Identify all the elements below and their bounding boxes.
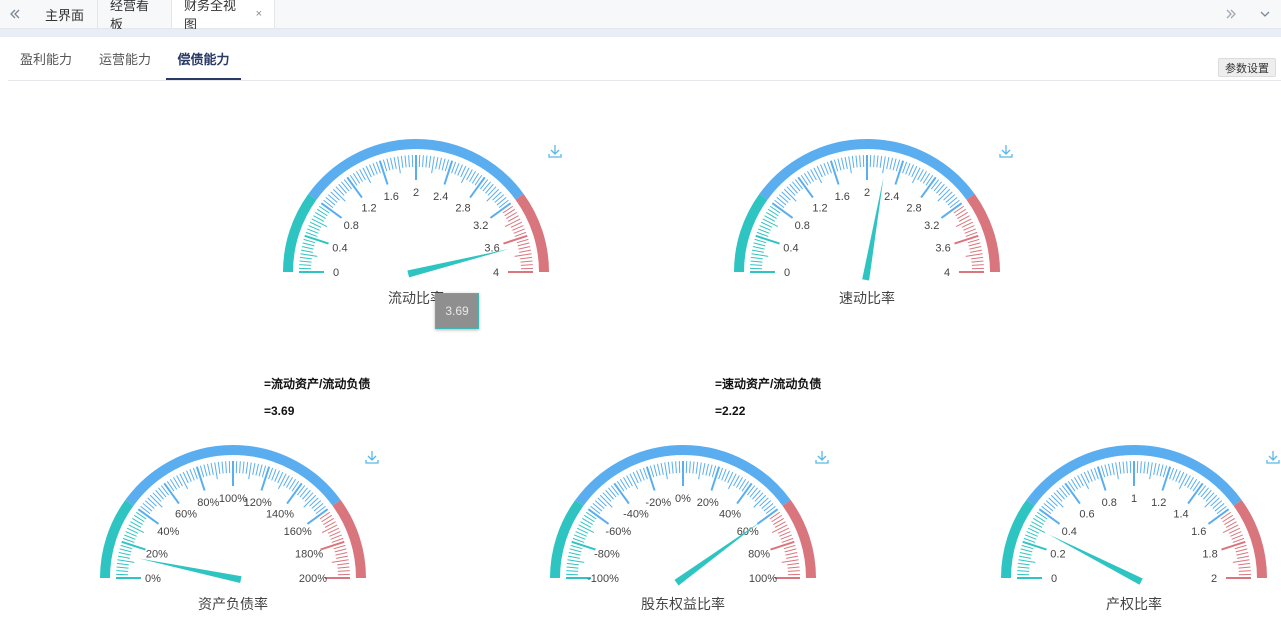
scroll-left-icon[interactable] bbox=[0, 0, 30, 28]
close-icon[interactable]: × bbox=[256, 8, 262, 20]
tab-finance-overview[interactable]: 财务全视图 × bbox=[172, 0, 275, 32]
result-current-ratio: =3.69 bbox=[264, 404, 295, 418]
scroll-right-icon[interactable] bbox=[1216, 0, 1246, 28]
subtab-label: 运营能力 bbox=[99, 52, 152, 67]
formula-quick-ratio: =速动资产/流动负债 bbox=[715, 377, 822, 391]
tab-solvency[interactable]: 偿债能力 bbox=[166, 37, 241, 80]
download-icon[interactable] bbox=[364, 449, 380, 465]
divider-strip bbox=[0, 29, 1281, 37]
download-icon[interactable] bbox=[814, 449, 830, 465]
download-icon[interactable] bbox=[547, 143, 563, 159]
tab-operations[interactable]: 运营能力 bbox=[99, 37, 151, 80]
tab-dashboard[interactable]: 经营看板 bbox=[98, 0, 172, 32]
tab-profitability[interactable]: 盈利能力 bbox=[20, 37, 72, 80]
download-icon[interactable] bbox=[998, 143, 1014, 159]
tab-main[interactable]: 主界面 bbox=[33, 0, 98, 28]
top-tab-bar: 主界面 经营看板 财务全视图 × bbox=[0, 0, 1281, 32]
value-tooltip: 3.69 bbox=[435, 293, 479, 329]
tab-label: 主界面 bbox=[45, 7, 85, 23]
formula-current-ratio: =流动资产/流动负债 bbox=[264, 377, 371, 391]
main-content: 盈利能力 运营能力 偿债能力 参数设置 bbox=[0, 37, 1281, 634]
subtab-bar: 盈利能力 运营能力 偿债能力 参数设置 bbox=[8, 37, 1281, 81]
download-icon[interactable] bbox=[1265, 449, 1281, 465]
chevron-down-icon[interactable] bbox=[1250, 0, 1280, 28]
result-quick-ratio: =2.22 bbox=[715, 404, 746, 418]
param-settings-button[interactable]: 参数设置 bbox=[1218, 58, 1276, 77]
subtab-label: 盈利能力 bbox=[20, 52, 73, 67]
subtab-label: 偿债能力 bbox=[177, 52, 230, 67]
